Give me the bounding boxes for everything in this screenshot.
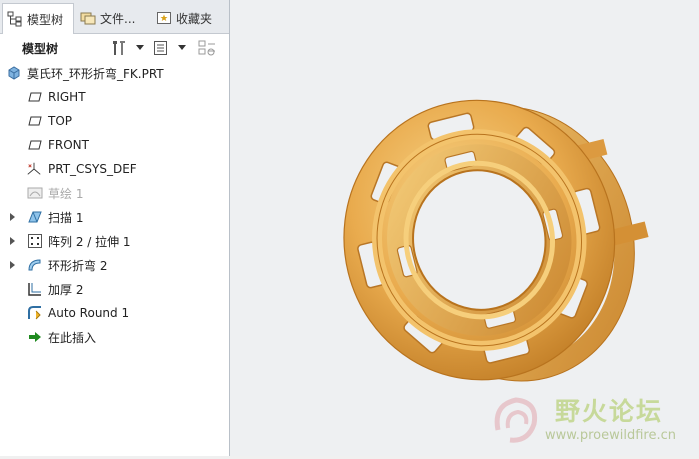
watermark-url: www.proewildfire.cn xyxy=(545,428,676,443)
part-icon xyxy=(6,65,22,81)
expand-arrow-icon[interactable] xyxy=(10,261,15,269)
folder-icon xyxy=(80,10,96,26)
tree-item-label: TOP xyxy=(48,114,73,128)
sketch-icon xyxy=(27,185,43,201)
datum-plane-icon xyxy=(27,113,43,129)
tree-item-label: Auto Round 1 xyxy=(48,306,130,320)
tree-item-label: PRT_CSYS_DEF xyxy=(48,162,137,176)
tree-item-sketch[interactable]: 草绘 1 xyxy=(0,182,229,204)
tree-item-auto-round[interactable]: Auto Round 1 xyxy=(0,302,229,324)
expand-arrow-icon[interactable] xyxy=(10,237,15,245)
settings-dropdown-arrow[interactable] xyxy=(136,45,144,50)
model-tree-panel: 模型树 文件... 收藏夹 模型树 莫氏环_环形折弯_FK.PRT RIGHT … xyxy=(0,0,230,456)
tree-item-pattern[interactable]: 阵列 2 / 拉伸 1 xyxy=(0,230,229,252)
tree-item-label: 在此插入 xyxy=(48,330,97,345)
tree-item-right[interactable]: RIGHT xyxy=(0,86,229,108)
tab-label: 模型树 xyxy=(27,12,64,27)
tab-folder-browser[interactable]: 文件... xyxy=(76,3,150,33)
part-model-render xyxy=(343,99,649,382)
filter-icon[interactable] xyxy=(196,38,218,58)
tree-item-toroidal-bend[interactable]: 环形折弯 2 xyxy=(0,254,229,276)
datum-plane-icon xyxy=(27,137,43,153)
favorites-icon xyxy=(156,10,172,26)
tree-item-label: FRONT xyxy=(48,138,89,152)
settings-tools-icon[interactable] xyxy=(108,38,130,58)
tree-item-label: 加厚 2 xyxy=(48,282,84,297)
tree-item-label: 阵列 2 / 拉伸 1 xyxy=(48,234,131,249)
tab-favorites[interactable]: 收藏夹 xyxy=(152,3,226,33)
tab-label: 收藏夹 xyxy=(176,11,213,26)
insert-here-arrow-icon xyxy=(27,329,43,345)
datum-plane-icon xyxy=(27,89,43,105)
tree-item-top[interactable]: TOP xyxy=(0,110,229,132)
graphics-viewport[interactable] xyxy=(230,0,699,456)
tab-label: 文件... xyxy=(100,11,136,26)
sweep-icon xyxy=(27,209,43,225)
panel-tab-bar: 模型树 文件... 收藏夹 xyxy=(0,0,229,34)
show-columns-icon[interactable] xyxy=(150,38,172,58)
tree-root[interactable]: 莫氏环_环形折弯_FK.PRT xyxy=(0,62,229,84)
pattern-icon xyxy=(27,233,43,249)
columns-dropdown-arrow[interactable] xyxy=(178,45,186,50)
model-tree-icon xyxy=(7,11,23,27)
tree-root-label: 莫氏环_环形折弯_FK.PRT xyxy=(27,66,164,81)
csys-icon xyxy=(26,161,42,177)
tree-item-csys[interactable]: PRT_CSYS_DEF xyxy=(0,158,229,180)
tree-item-insert-here[interactable]: 在此插入 xyxy=(0,326,229,348)
watermark-title: 野火论坛 xyxy=(555,397,664,426)
toroidal-bend-icon xyxy=(27,257,43,273)
tree-item-sweep[interactable]: 扫描 1 xyxy=(0,206,229,228)
expand-arrow-icon[interactable] xyxy=(10,213,15,221)
tree-item-label: 环形折弯 2 xyxy=(48,258,108,273)
thicken-icon xyxy=(27,281,43,297)
tab-model-tree[interactable]: 模型树 xyxy=(2,3,74,34)
tree-item-label: 扫描 1 xyxy=(48,210,84,225)
tree-item-thicken[interactable]: 加厚 2 xyxy=(0,278,229,300)
model-tree-toolbar: 模型树 xyxy=(0,34,229,62)
watermark-logo-icon xyxy=(494,397,538,443)
tree-item-label: RIGHT xyxy=(48,90,86,104)
tree-item-front[interactable]: FRONT xyxy=(0,134,229,156)
toolbar-title: 模型树 xyxy=(22,42,59,56)
tree-item-label: 草绘 1 xyxy=(48,186,84,201)
auto-round-icon xyxy=(27,305,43,321)
